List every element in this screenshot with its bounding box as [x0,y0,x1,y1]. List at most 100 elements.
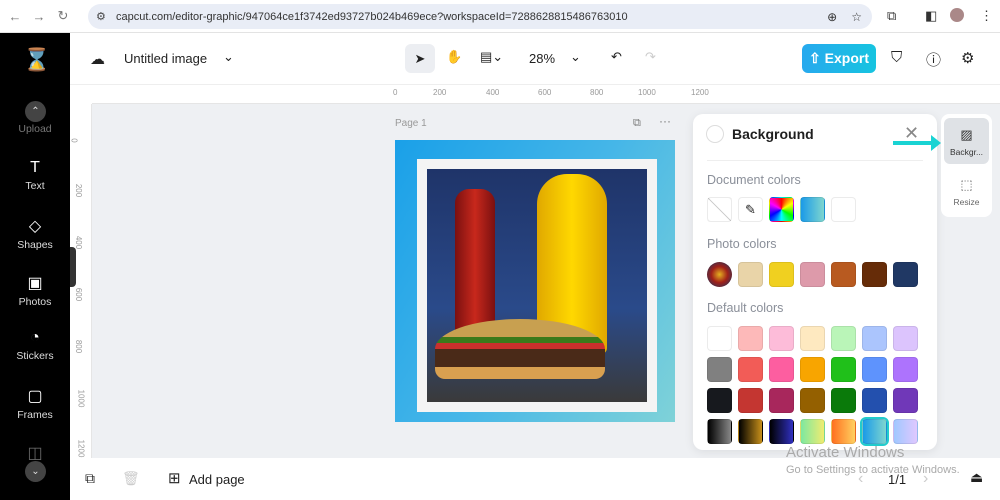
expand-pages-icon[interactable]: ⏏ [970,469,983,486]
color-swatch[interactable] [707,388,732,413]
sidepanel-icon[interactable]: ◧ [925,8,937,24]
color-swatch[interactable] [800,419,825,444]
color-swatch[interactable] [707,357,732,382]
undo-icon[interactable]: ↶ [611,49,622,65]
color-swatch[interactable] [800,197,825,222]
collapse-handle[interactable] [70,247,76,287]
trash-icon[interactable]: 🗑 [122,470,140,487]
forward-icon[interactable]: → [30,9,48,24]
url-text[interactable]: capcut.com/editor-graphic/947064ce1f3742… [116,11,628,23]
photo-thumbnail-swatch[interactable] [707,262,732,287]
export-button[interactable]: ⇧ Export [802,44,876,73]
color-swatch[interactable] [769,326,794,351]
color-swatch[interactable] [860,417,889,446]
back-icon[interactable]: ← [6,9,24,24]
color-swatch[interactable] [707,419,732,444]
color-swatch[interactable] [738,419,763,444]
sidebar-item-shapes[interactable]: ◇ Shapes [0,216,70,251]
burger-photo[interactable] [427,169,647,402]
add-page-button[interactable]: Add page [189,472,245,487]
capcut-logo[interactable]: ⌛ [23,47,50,73]
color-swatch[interactable] [831,357,856,382]
color-swatch[interactable] [800,326,825,351]
color-swatch[interactable] [831,388,856,413]
tick: 400 [74,235,84,250]
tick: 200 [74,183,84,198]
color-swatch[interactable] [893,357,918,382]
background-tool-button[interactable]: ▨ Backgr... [944,118,989,164]
design-page[interactable] [395,140,675,422]
color-swatch[interactable] [831,262,856,287]
color-swatch[interactable] [862,326,887,351]
color-swatch[interactable] [738,326,763,351]
color-swatch[interactable] [800,262,825,287]
color-swatch[interactable] [738,357,763,382]
profile-avatar[interactable] [950,8,964,22]
color-swatch[interactable] [800,357,825,382]
section-label: Photo colors [707,237,777,251]
site-settings-icon[interactable]: ⚙ [96,10,106,23]
scroll-down-icon[interactable]: ⌄ [25,461,46,482]
color-picker-swatch[interactable] [769,197,794,222]
bookmark-star-icon[interactable]: ☆ [851,10,862,24]
document-title[interactable]: Untitled image [124,51,207,66]
sidebar-item-upload[interactable]: Upload [0,123,70,135]
duplicate-page-icon[interactable]: ⧉ [633,117,641,130]
color-swatch[interactable] [862,357,887,382]
scroll-up-icon[interactable]: ⌃ [25,101,46,122]
color-swatch[interactable] [831,197,856,222]
color-swatch[interactable] [769,262,794,287]
color-swatch[interactable] [800,388,825,413]
color-swatch[interactable] [707,326,732,351]
color-swatch[interactable] [831,326,856,351]
color-swatch[interactable] [769,388,794,413]
color-swatch[interactable] [893,419,918,444]
redo-icon[interactable]: ↷ [645,49,656,65]
tick: 600 [74,287,84,302]
zoom-icon[interactable]: ⊕ [827,10,837,24]
help-icon[interactable]: ⓘ [926,49,941,70]
zoom-chevron-icon[interactable]: ⌄ [570,49,581,65]
color-swatch[interactable] [862,262,887,287]
sidebar-item-frames[interactable]: ▢ Frames [0,386,70,421]
layout-icon[interactable]: ▤⌄ [480,49,503,65]
photo-icon: ▣ [27,275,43,292]
swatch-row [707,417,918,446]
menu-icon[interactable]: ⋮ [980,8,993,24]
resize-icon: ⬚ [960,177,973,192]
eyedropper-icon[interactable]: ✎ [738,197,763,222]
cloud-icon[interactable]: ☁ [90,50,105,68]
resize-tool-button[interactable]: ⬚ Resize [944,168,989,214]
address-bar[interactable]: ⚙ capcut.com/editor-graphic/947064ce1f37… [88,4,872,29]
page-label: Page 1 [395,118,427,129]
sidebar-item-stickers[interactable]: ◔ Stickers [0,329,70,362]
color-swatch[interactable] [862,388,887,413]
shield-icon[interactable]: ⛉ [891,49,902,66]
color-swatch[interactable] [893,326,918,351]
label: Backgr... [949,147,984,157]
hand-tool-icon[interactable]: ✋ [446,49,462,65]
color-swatch[interactable] [738,262,763,287]
extensions-icon[interactable]: ⧉ [887,8,896,24]
select-tool-icon[interactable]: ➤ [405,44,435,73]
color-swatch[interactable] [769,357,794,382]
duplicate-page-icon[interactable]: ⧉ [85,470,95,487]
chevron-down-icon[interactable]: ⌄ [223,49,234,65]
label: Frames [17,409,53,421]
color-swatch[interactable] [769,419,794,444]
sidebar-item-text[interactable]: T Text [0,159,70,192]
color-swatch[interactable] [893,388,918,413]
sidebar-item-photos[interactable]: ▣ Photos [0,273,70,308]
add-page-icon[interactable]: ⊞ [168,469,181,487]
reload-icon[interactable]: ↻ [54,8,72,24]
text-icon: T [30,159,40,176]
settings-icon[interactable]: ⚙ [961,49,974,67]
more-icon[interactable]: ··· [659,114,671,128]
color-swatch[interactable] [831,419,856,444]
color-swatch[interactable] [738,388,763,413]
color-swatch[interactable] [893,262,918,287]
swatch-row [707,388,918,413]
zoom-level[interactable]: 28% [529,51,555,66]
photo-frame[interactable] [417,159,657,412]
no-color-swatch[interactable] [707,197,732,222]
